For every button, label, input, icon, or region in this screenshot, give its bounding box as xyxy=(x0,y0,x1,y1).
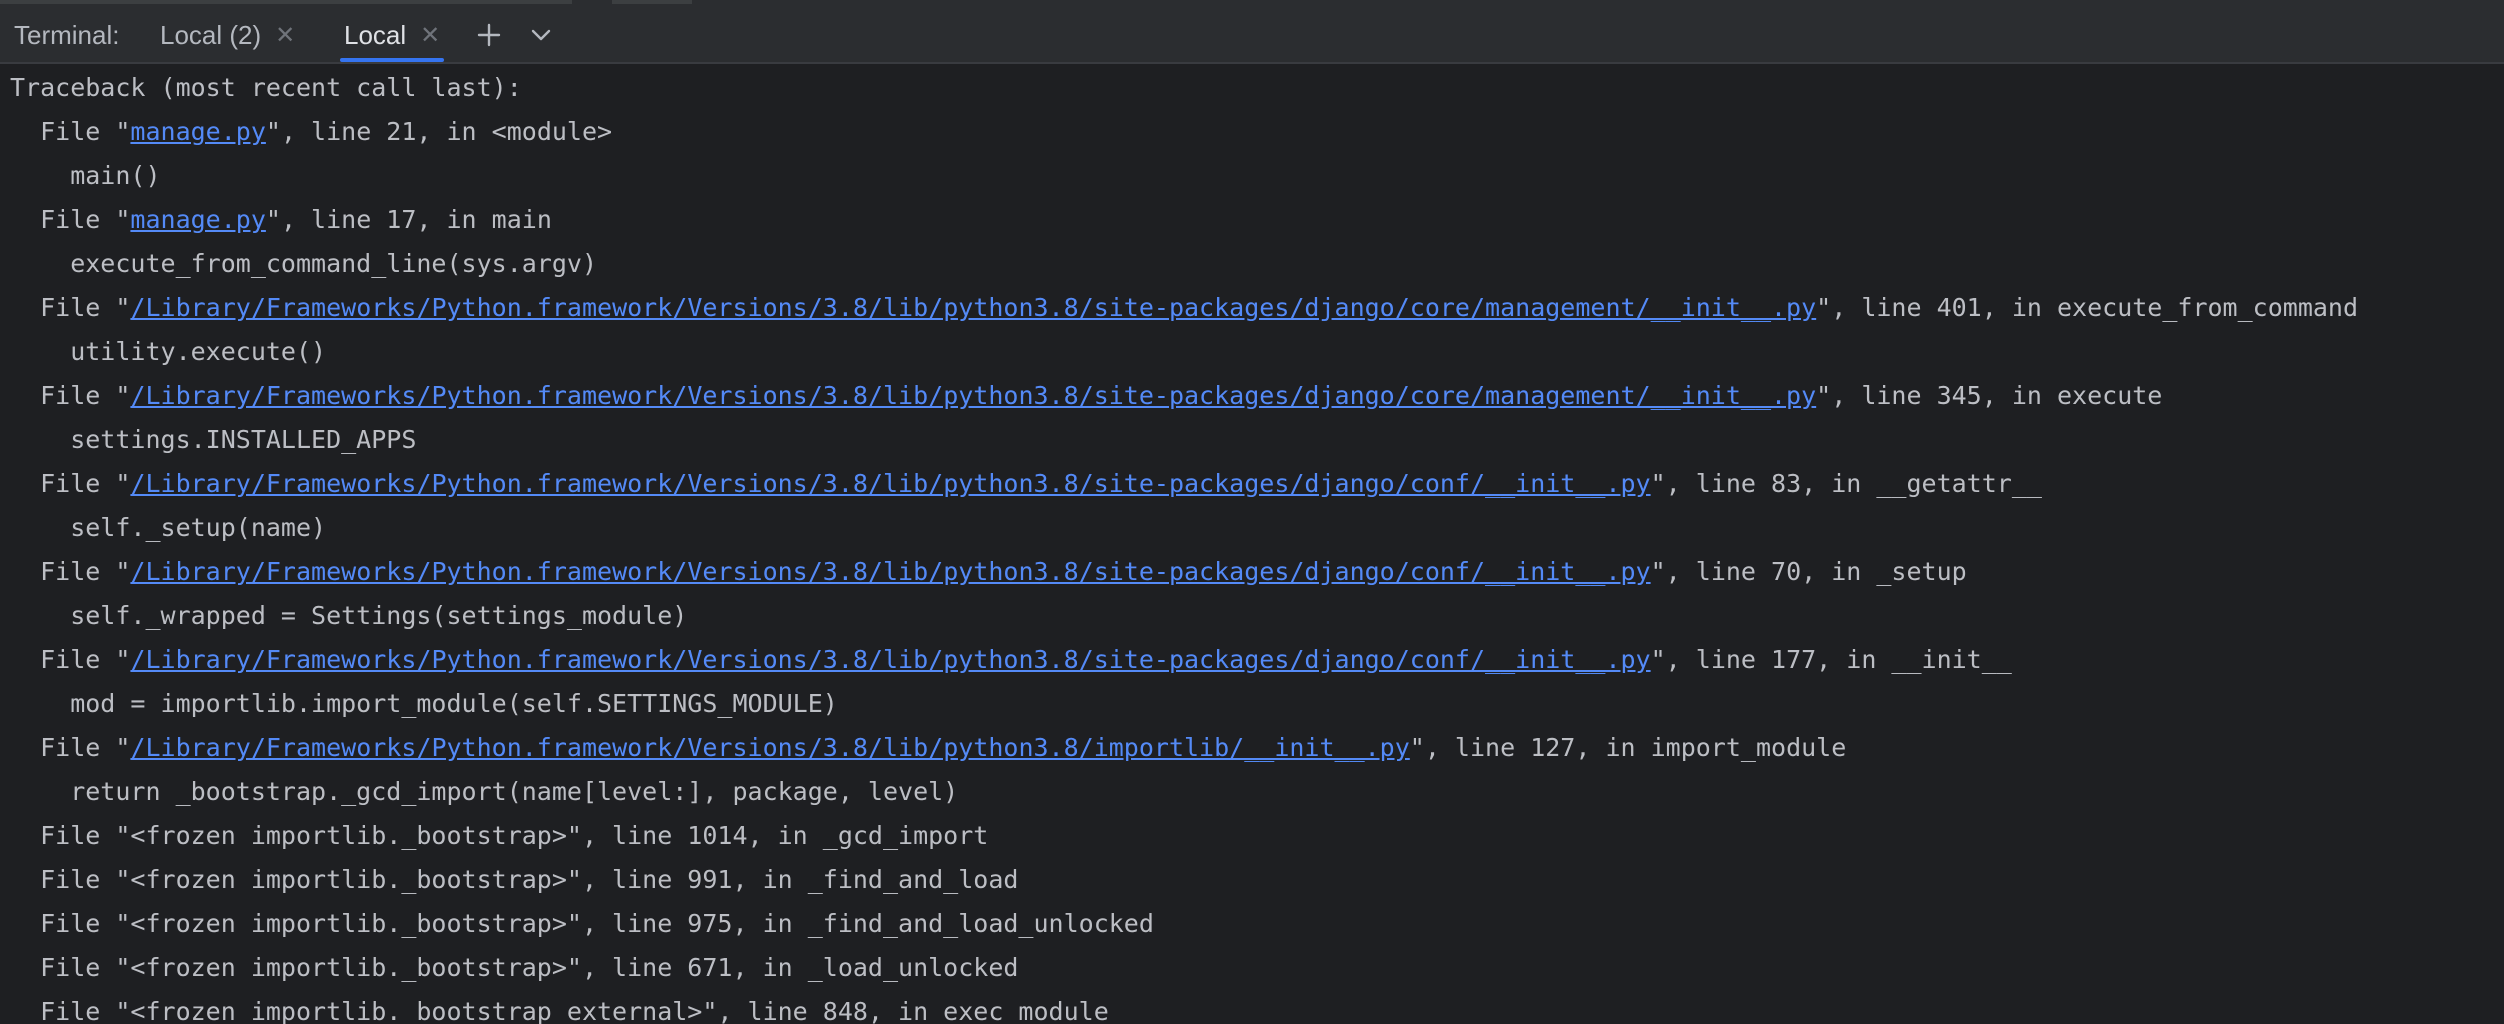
line-text: ", line 21, in <module> xyxy=(265,117,613,146)
terminal-line: File "/Library/Frameworks/Python.framewo… xyxy=(10,462,2042,506)
line-text: File "<frozen importlib._bootstrap>", li… xyxy=(10,953,1019,982)
line-text: File "<frozen importlib._bootstrap>", li… xyxy=(10,865,1019,894)
terminal-output[interactable]: Traceback (most recent call last): File … xyxy=(0,64,2504,1024)
line-text: self._wrapped = Settings(settings_module… xyxy=(10,601,688,630)
line-text: utility.execute() xyxy=(10,337,327,366)
line-text: ", line 401, in execute_from_command xyxy=(1816,293,2359,322)
line-text: File " xyxy=(10,469,131,498)
scrollbar-thumb xyxy=(612,0,692,4)
line-text: File " xyxy=(10,733,131,762)
terminal-line: File "manage.py", line 21, in <module> xyxy=(10,110,612,154)
terminal-tab-bar: Terminal: Local (2) ✕ Local ✕ xyxy=(0,8,2504,64)
close-icon[interactable]: ✕ xyxy=(275,21,295,50)
line-text: File "<frozen importlib._bootstrap>", li… xyxy=(10,909,1154,938)
terminal-line: Traceback (most recent call last): xyxy=(10,66,522,110)
terminal-line: File "manage.py", line 17, in main xyxy=(10,198,552,242)
line-text: ", line 127, in import_module xyxy=(1409,733,1847,762)
tab-label: Local (2) xyxy=(160,19,262,50)
terminal-line: File "/Library/Frameworks/Python.framewo… xyxy=(10,726,1846,770)
file-link[interactable]: manage.py xyxy=(130,117,265,146)
terminal-line: File "/Library/Frameworks/Python.framewo… xyxy=(10,374,2162,418)
terminal-line: utility.execute() xyxy=(10,330,326,374)
line-text: File "<frozen importlib._bootstrap>", li… xyxy=(10,821,989,850)
terminal-line: settings.INSTALLED_APPS xyxy=(10,418,416,462)
line-text: File " xyxy=(10,293,131,322)
tab-label: Local xyxy=(344,19,407,50)
terminal-line: return _bootstrap._gcd_import(name[level… xyxy=(10,770,958,814)
terminal-line: File "/Library/Frameworks/Python.framewo… xyxy=(10,638,2012,682)
terminal-line: execute_from_command_line(sys.argv) xyxy=(10,242,597,286)
line-text: ", line 345, in execute xyxy=(1816,381,2163,410)
terminal-line: File "/Library/Frameworks/Python.framewo… xyxy=(10,286,2358,330)
line-text: main() xyxy=(10,161,161,190)
file-link[interactable]: /Library/Frameworks/Python.framework/Ver… xyxy=(130,733,1409,762)
line-text: File " xyxy=(10,381,131,410)
tool-window-title: Terminal: xyxy=(14,20,120,50)
line-text: ", line 70, in _setup xyxy=(1650,557,1967,586)
line-text: settings.INSTALLED_APPS xyxy=(10,425,417,454)
plus-icon[interactable] xyxy=(470,16,508,54)
terminal-line: mod = importlib.import_module(self.SETTI… xyxy=(10,682,838,726)
tab-local[interactable]: Local ✕ xyxy=(340,8,445,62)
line-text: self._setup(name) xyxy=(10,513,327,542)
terminal-line: self._setup(name) xyxy=(10,506,326,550)
terminal-line: File "<frozen importlib._bootstrap>", li… xyxy=(10,902,1154,946)
line-text: ", line 83, in __getattr__ xyxy=(1650,469,2042,498)
terminal-line: File "<frozen importlib._bootstrap>", li… xyxy=(10,814,988,858)
scrollbar-track xyxy=(0,0,572,4)
ide-window: Terminal: Local (2) ✕ Local ✕ Traceback … xyxy=(0,0,2504,1024)
line-text: File "<frozen importlib._bootstrap_exter… xyxy=(10,997,1109,1024)
file-link[interactable]: /Library/Frameworks/Python.framework/Ver… xyxy=(130,381,1816,410)
file-link[interactable]: manage.py xyxy=(130,205,265,234)
terminal-line: File "<frozen importlib._bootstrap>", li… xyxy=(10,858,1018,902)
terminal-line: main() xyxy=(10,154,161,198)
line-text: execute_from_command_line(sys.argv) xyxy=(10,249,597,278)
line-text: Traceback (most recent call last): xyxy=(10,73,522,102)
line-text: ", line 17, in main xyxy=(265,205,552,234)
chevron-down-icon[interactable] xyxy=(522,16,560,54)
close-icon[interactable]: ✕ xyxy=(420,21,440,50)
line-text: return _bootstrap._gcd_import(name[level… xyxy=(10,777,959,806)
line-text: File " xyxy=(10,645,131,674)
file-link[interactable]: /Library/Frameworks/Python.framework/Ver… xyxy=(130,557,1650,586)
terminal-line: File "<frozen importlib._bootstrap>", li… xyxy=(10,946,1018,990)
line-text: ", line 177, in __init__ xyxy=(1650,645,2012,674)
line-text: File " xyxy=(10,117,131,146)
terminal-line: self._wrapped = Settings(settings_module… xyxy=(10,594,687,638)
editor-edge xyxy=(0,0,2504,8)
file-link[interactable]: /Library/Frameworks/Python.framework/Ver… xyxy=(130,645,1650,674)
line-text: File " xyxy=(10,205,131,234)
active-tab-indicator xyxy=(340,58,445,62)
tab-local-2[interactable]: Local (2) ✕ xyxy=(160,8,295,62)
line-text: mod = importlib.import_module(self.SETTI… xyxy=(10,689,838,718)
line-text: File " xyxy=(10,557,131,586)
terminal-line: File "<frozen importlib._bootstrap_exter… xyxy=(10,990,1109,1024)
terminal-line: File "/Library/Frameworks/Python.framewo… xyxy=(10,550,1967,594)
file-link[interactable]: /Library/Frameworks/Python.framework/Ver… xyxy=(130,469,1650,498)
file-link[interactable]: /Library/Frameworks/Python.framework/Ver… xyxy=(130,293,1816,322)
